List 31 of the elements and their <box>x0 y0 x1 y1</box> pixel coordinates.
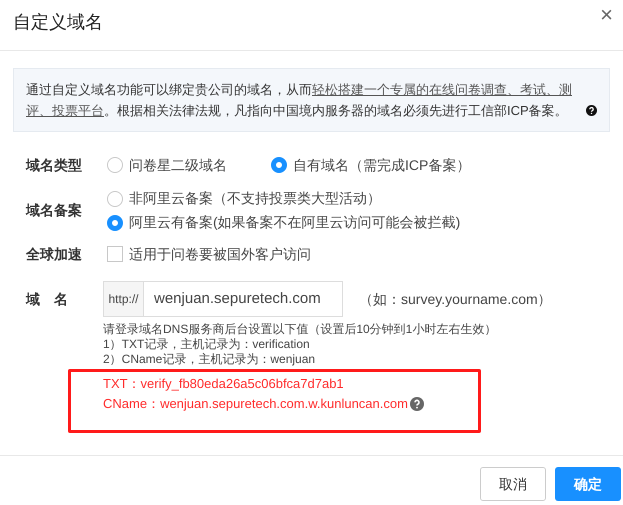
field-label: 域 名 <box>26 290 69 308</box>
dns-record: CName：wenjuan.sepuretech.com.w.kunluncan.com <box>103 396 408 411</box>
domain-input[interactable]: wenjuan.sepuretech.com <box>144 282 342 316</box>
help-icon <box>586 105 597 116</box>
radio-label: 非阿里云备案（不支持投票类大型活动） <box>129 189 381 208</box>
radio-button[interactable] <box>107 190 123 206</box>
url-prefix: http:// <box>108 291 139 308</box>
radio-button[interactable] <box>271 157 287 173</box>
notice-link[interactable]: 评、投票平台 <box>26 103 104 118</box>
domain-field[interactable]: http:// wenjuan.sepuretech.com <box>103 281 343 317</box>
field-label: 域名类型 <box>26 156 83 174</box>
radio-label: 阿里云有备案(如果备案不在阿里云访问可能会被拦截) <box>129 213 460 232</box>
dialog-title: 自定义域名 <box>13 10 103 34</box>
notice-text: 通过自定义域名功能可以绑定贵公司的域名，从而轻松搭建一个专属的在线问卷调查、考试、测 评、投票平台。根据相关法律法规，凡指向中国境内服务器的域名必须先进行工信部ICP备案。 <box>26 81 573 120</box>
instruction-text: 1）TXT记录，主机记录为：verification <box>103 337 311 352</box>
instruction-text: 请登录域名DNS服务商后台设置以下值（设置后10分钟到1小时左右生效） <box>103 322 498 337</box>
instruction-text: 2）CName记录，主机记录为：wenjuan <box>103 352 316 367</box>
radio-button[interactable] <box>107 214 123 230</box>
checkbox-label: 适用于问卷要被国外客户访问 <box>129 244 311 264</box>
help-icon <box>410 396 424 410</box>
checkbox[interactable] <box>107 246 123 262</box>
field-label: 全球加速 <box>26 244 83 264</box>
dns-record: TXT：verify_fb80eda26a5c06bfca7d7ab1 <box>103 376 344 391</box>
radio-label: 问卷星二级域名 <box>129 156 227 174</box>
notice-link[interactable]: 轻松搭建一个专属的在线问卷调查、考试、测 <box>312 82 572 97</box>
example-text: （如：survey.yourname.com） <box>359 290 552 309</box>
radio-label: 自有域名（需完成ICP备案） <box>293 156 470 174</box>
close-button[interactable]: × <box>600 4 613 26</box>
field-label: 域名备案 <box>26 201 83 220</box>
cancel-button[interactable]: 取消 <box>480 467 546 501</box>
radio-button[interactable] <box>107 157 123 173</box>
